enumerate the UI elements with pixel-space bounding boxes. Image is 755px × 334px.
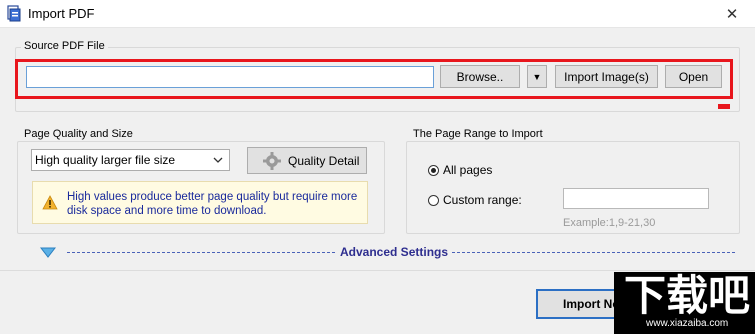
advanced-settings-link[interactable]: Advanced Settings xyxy=(340,245,448,259)
radio-unselected-icon xyxy=(428,194,439,206)
quality-warning: High values produce better page quality … xyxy=(32,181,368,224)
title-bar: Import PDF ✕ xyxy=(0,0,755,28)
pdf-path-input[interactable] xyxy=(26,66,434,88)
source-pdf-group-label: Source PDF File xyxy=(21,40,108,52)
page-range-group-label: The Page Range to Import xyxy=(410,128,546,140)
quality-detail-label: Quality Detail xyxy=(288,153,360,168)
warning-text: High values produce better page quality … xyxy=(67,191,358,217)
custom-range-radio[interactable]: Custom range: xyxy=(428,193,522,207)
quality-select-value: High quality larger file size xyxy=(35,153,176,167)
all-pages-label: All pages xyxy=(443,163,493,177)
quality-select[interactable]: High quality larger file size xyxy=(31,149,230,171)
import-images-button[interactable]: Import Image(s) xyxy=(555,65,658,88)
advanced-divider-left xyxy=(67,252,335,253)
advanced-divider-right xyxy=(452,252,735,253)
browse-button[interactable]: Browse.. xyxy=(440,65,520,88)
close-button[interactable]: ✕ xyxy=(709,0,755,27)
import-now-label: Import No xyxy=(563,297,620,311)
close-icon: ✕ xyxy=(725,5,739,23)
quality-detail-button[interactable]: Quality Detail xyxy=(247,147,367,174)
highlight-marker xyxy=(718,104,730,109)
all-pages-radio[interactable]: All pages xyxy=(428,163,492,177)
browse-dropdown-button[interactable]: ▼ xyxy=(527,65,547,88)
triangle-down-icon[interactable] xyxy=(40,247,56,258)
watermark-url: www.xiazaiba.com xyxy=(646,318,729,329)
range-example-text: Example:1,9-21,30 xyxy=(563,217,656,229)
footer-separator xyxy=(0,270,755,271)
gear-icon xyxy=(263,151,281,170)
chevron-down-icon xyxy=(213,157,223,163)
window-title: Import PDF xyxy=(28,6,95,21)
watermark-logo: 下载吧 www.xiazaiba.com xyxy=(614,272,755,334)
watermark-title: 下载吧 xyxy=(624,272,751,319)
open-button[interactable]: Open xyxy=(665,65,722,88)
radio-selected-icon xyxy=(428,164,439,176)
chevron-down-icon: ▼ xyxy=(532,71,542,82)
warning-icon xyxy=(42,195,58,210)
pdf-app-icon xyxy=(7,5,21,22)
custom-range-label: Custom range: xyxy=(443,193,522,207)
quality-group-label: Page Quality and Size xyxy=(21,128,136,140)
custom-range-input[interactable] xyxy=(563,188,709,209)
